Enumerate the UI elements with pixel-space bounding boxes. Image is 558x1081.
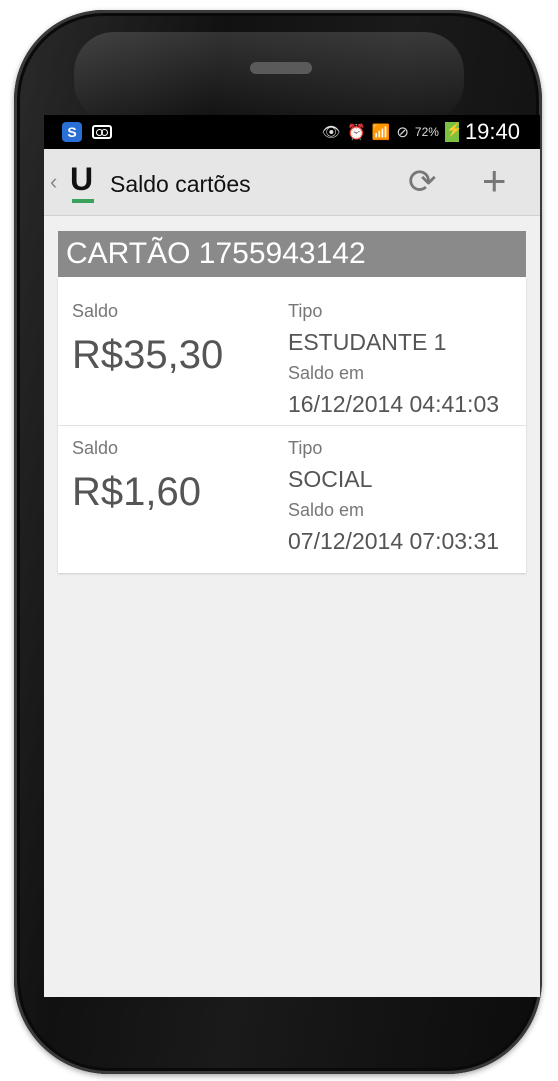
no-sync-icon: ⊘ [396, 124, 409, 141]
app-screen: S 👁 ⏰ 📶 ⊘ 72% 19:40 ‹ U Saldo cartões ⟳ … [44, 115, 540, 997]
saldo-label: Saldo [72, 438, 119, 458]
phone-speaker [250, 62, 312, 74]
eye-icon: 👁 [321, 124, 341, 141]
alarm-icon: ⏰ [346, 124, 366, 141]
saldo-em-label: Saldo em [288, 500, 365, 520]
action-bar: ‹ U Saldo cartões ⟳ + [44, 149, 540, 216]
voicemail-icon [92, 125, 112, 139]
app-logo-underline [72, 199, 94, 203]
app-logo[interactable]: U [70, 161, 93, 198]
balance-entry[interactable]: Saldo R$1,60 Tipo SOCIAL Saldo em 07/12/… [58, 426, 526, 574]
card-header: CARTÃO 1755943142 [58, 231, 526, 277]
saldo-em-label: Saldo em [288, 363, 365, 383]
card-balance-list: Saldo R$35,30 Tipo ESTUDANTE 1 Saldo em … [58, 277, 526, 573]
phone-gloss [74, 32, 464, 122]
saldo-value: R$1,60 [72, 470, 201, 514]
status-time: 19:40 [464, 119, 520, 144]
balance-entry[interactable]: Saldo R$35,30 Tipo ESTUDANTE 1 Saldo em … [58, 277, 526, 426]
saldo-em-value: 07/12/2014 07:03:31 [288, 528, 500, 554]
add-icon[interactable]: + [482, 160, 507, 202]
skype-icon: S [62, 122, 82, 142]
saldo-value: R$35,30 [72, 333, 224, 377]
saldo-em-value: 16/12/2014 04:41:03 [288, 391, 500, 417]
back-chevron-icon[interactable]: ‹ [50, 169, 57, 195]
battery-percent: 72% [414, 125, 439, 139]
tipo-value: ESTUDANTE 1 [288, 329, 447, 355]
refresh-icon[interactable]: ⟳ [408, 165, 437, 199]
tipo-value: SOCIAL [288, 466, 373, 492]
tipo-label: Tipo [288, 301, 323, 321]
status-bar: S 👁 ⏰ 📶 ⊘ 72% 19:40 [44, 115, 540, 149]
tipo-label: Tipo [288, 438, 323, 458]
wifi-icon: 📶 [371, 124, 391, 141]
saldo-label: Saldo [72, 301, 119, 321]
battery-charging-icon [444, 122, 462, 142]
page-title: Saldo cartões [110, 171, 251, 197]
